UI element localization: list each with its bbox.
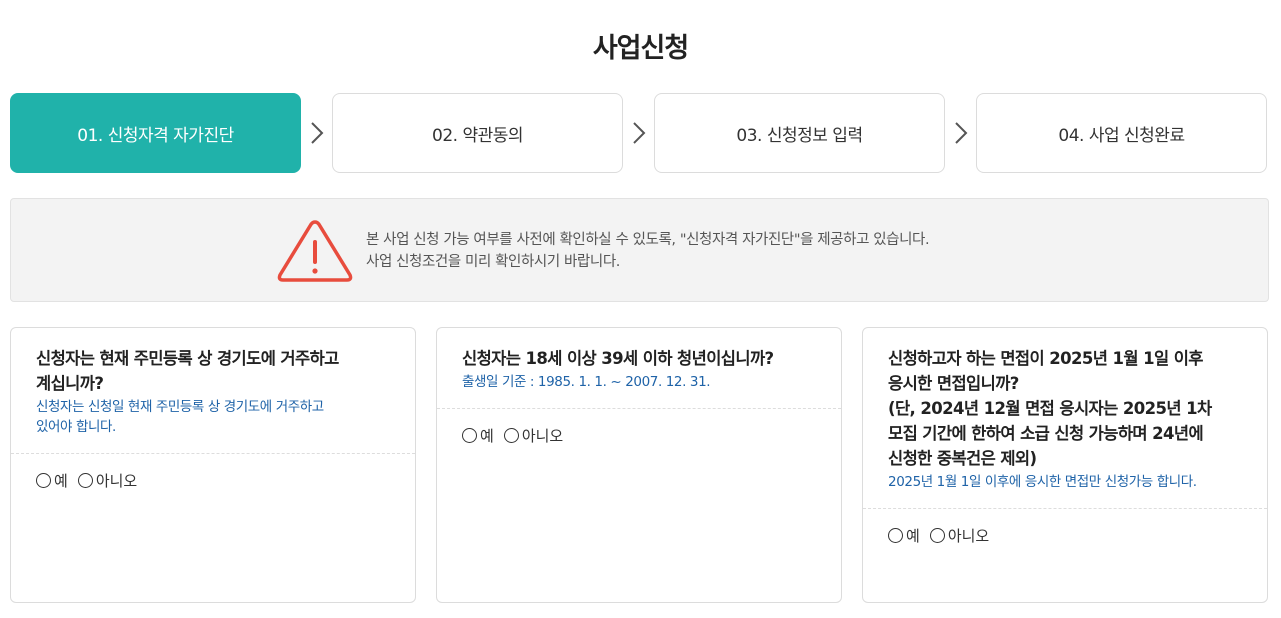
question-hint: 출생일 기준 : 1985. 1. 1. ~ 2007. 12. 31.	[462, 374, 711, 390]
radio-circle[interactable]	[503, 428, 519, 443]
radio-yes[interactable]: 예	[36, 470, 68, 491]
warning-triangle-icon	[276, 218, 354, 284]
question-hint: 2025년 1월 1일 이후에 응시한 면접만 신청가능 합니다.	[888, 474, 1197, 490]
radio-circle[interactable]	[36, 473, 51, 488]
step-2-terms[interactable]: 02. 약관동의	[332, 93, 623, 173]
question-header: 신청자는 18세 이상 39세 이하 청년이십니까? 출생일 기준 : 1985…	[437, 328, 841, 409]
answer-options: 예 아니오	[863, 509, 1267, 562]
question-header: 신청자는 현재 주민등록 상 경기도에 거주하고 계십니까? 신청자는 신청일 …	[11, 328, 415, 454]
chevron-right-icon	[952, 119, 970, 147]
question-card-age: 신청자는 18세 이상 39세 이하 청년이십니까? 출생일 기준 : 1985…	[436, 327, 842, 603]
answer-options: 예 아니오	[437, 409, 841, 462]
radio-circle[interactable]	[929, 528, 945, 543]
notice-box: 본 사업 신청 가능 여부를 사전에 확인하실 수 있도록, "신청자격 자가진…	[10, 198, 1269, 302]
radio-no[interactable]: 아니오	[929, 525, 989, 546]
radio-circle[interactable]	[462, 428, 477, 443]
radio-yes[interactable]: 예	[888, 525, 920, 546]
question-hint: 신청자는 신청일 현재 주민등록 상 경기도에 거주하고 있어야 합니다.	[36, 399, 324, 435]
chevron-right-icon	[630, 119, 648, 147]
radio-yes[interactable]: 예	[462, 425, 494, 446]
step-progress: 01. 신청자격 자가진단 02. 약관동의 03. 신청정보 입력 04. 사…	[10, 93, 1269, 173]
question-header: 신청하고자 하는 면접이 2025년 1월 1일 이후 응시한 면접입니까? (…	[863, 328, 1267, 509]
radio-no[interactable]: 아니오	[503, 425, 563, 446]
answer-options: 예 아니오	[11, 454, 415, 507]
step-1-self-check[interactable]: 01. 신청자격 자가진단	[10, 93, 301, 173]
notice-text: 본 사업 신청 가능 여부를 사전에 확인하실 수 있도록, "신청자격 자가진…	[366, 229, 930, 273]
step-4-complete[interactable]: 04. 사업 신청완료	[976, 93, 1267, 173]
question-card-interview: 신청하고자 하는 면접이 2025년 1월 1일 이후 응시한 면접입니까? (…	[862, 327, 1268, 603]
question-title: 신청자는 18세 이상 39세 이하 청년이십니까?	[462, 349, 774, 368]
step-3-info-input[interactable]: 03. 신청정보 입력	[654, 93, 945, 173]
notice-line-1: 본 사업 신청 가능 여부를 사전에 확인하실 수 있도록, "신청자격 자가진…	[366, 232, 930, 248]
question-title: 신청하고자 하는 면접이 2025년 1월 1일 이후 응시한 면접입니까? (…	[888, 349, 1212, 468]
notice-line-2: 사업 신청조건을 미리 확인하시기 바랍니다.	[366, 254, 620, 270]
radio-no[interactable]: 아니오	[77, 470, 137, 491]
radio-circle[interactable]	[888, 528, 903, 543]
question-card-residence: 신청자는 현재 주민등록 상 경기도에 거주하고 계십니까? 신청자는 신청일 …	[10, 327, 416, 603]
question-title: 신청자는 현재 주민등록 상 경기도에 거주하고 계십니까?	[36, 349, 339, 393]
radio-circle[interactable]	[77, 473, 93, 488]
page-title: 사업신청	[592, 33, 689, 64]
chevron-right-icon	[308, 119, 326, 147]
